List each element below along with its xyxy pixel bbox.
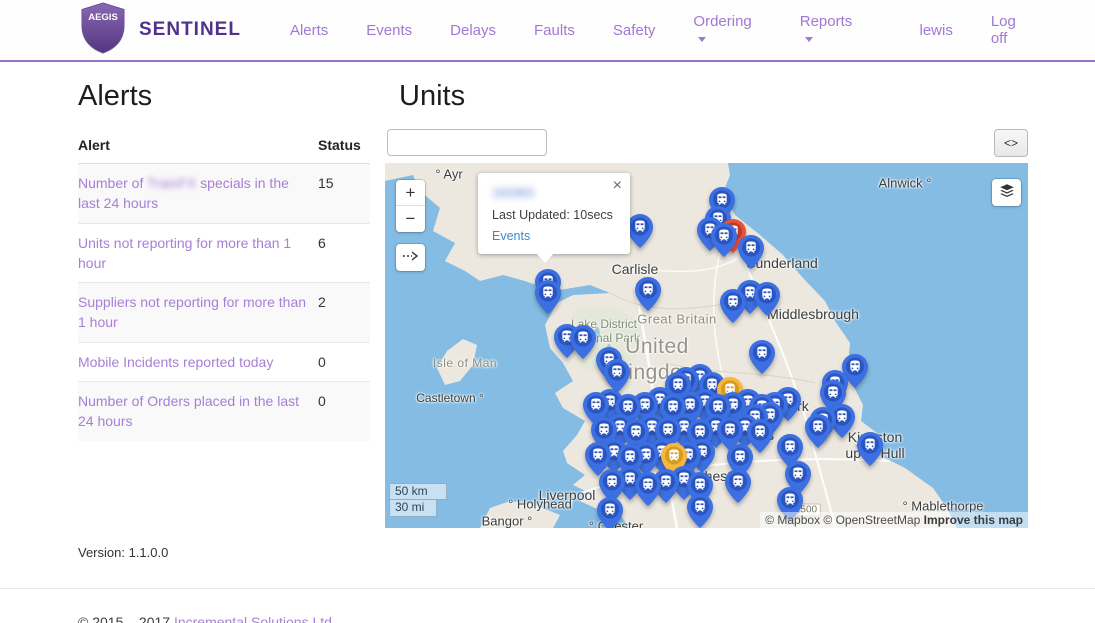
- units-heading: Units: [399, 80, 1028, 113]
- map-label: ° Holyhead: [508, 497, 572, 512]
- alert-row: Number of Orders placed in the last 24 h…: [78, 382, 370, 441]
- alert-status: 6: [318, 223, 370, 283]
- improve-map-link[interactable]: Improve this map: [924, 513, 1023, 527]
- copyright-text: © 2015 – 2017: [78, 614, 174, 623]
- unit-pin[interactable]: [635, 472, 661, 506]
- nav-delays[interactable]: Delays: [431, 22, 515, 39]
- alert-row: Units not reporting for more than 1 hour…: [78, 223, 370, 283]
- units-toolbar: <>: [387, 129, 1028, 157]
- alert-link[interactable]: Mobile Incidents reported today: [78, 354, 273, 370]
- nav-faults[interactable]: Faults: [515, 22, 594, 39]
- polyline-tool-button[interactable]: [396, 244, 425, 271]
- unit-pin[interactable]: [535, 280, 561, 314]
- nav-safety[interactable]: Safety: [594, 22, 675, 39]
- unit-pin[interactable]: [720, 289, 746, 323]
- map-attribution: © Mapbox © OpenStreetMap Improve this ma…: [760, 512, 1028, 528]
- alert-status: 15: [318, 164, 370, 224]
- main-content: Alerts Alert Status Number of TrainFX sp…: [0, 62, 1095, 560]
- toggle-view-button[interactable]: <>: [994, 129, 1028, 157]
- units-filter-input[interactable]: [387, 129, 547, 156]
- company-link[interactable]: Incremental Solutions Ltd: [174, 614, 332, 623]
- map-label: ° Ayr: [435, 167, 462, 182]
- alert-status: 0: [318, 382, 370, 441]
- unit-popup: × 163363 Last Updated: 10secs Events: [478, 173, 630, 254]
- osm-attribution-link[interactable]: © OpenStreetMap: [823, 513, 923, 527]
- alert-link[interactable]: Suppliers not reporting for more than 1 …: [78, 294, 306, 330]
- unit-pin[interactable]: [711, 223, 737, 257]
- map-zoom-control: + −: [396, 180, 425, 232]
- unit-pin[interactable]: [597, 497, 623, 528]
- unit-pin[interactable]: [805, 414, 831, 448]
- map-label: Great Britain: [637, 312, 716, 327]
- unit-pin[interactable]: [570, 325, 596, 359]
- alert-status: 0: [318, 342, 370, 381]
- layers-icon: [998, 182, 1016, 203]
- redacted-text: TrainFX: [147, 175, 196, 191]
- navbar: AEGIS SENTINEL AlertsEventsDelaysFaultsS…: [0, 0, 1095, 62]
- alerts-panel: Alerts Alert Status Number of TrainFX sp…: [78, 80, 370, 560]
- alert-row: Mobile Incidents reported today 0: [78, 342, 370, 381]
- version-label: Version: 1.1.0.0: [78, 545, 370, 560]
- popup-unit-id-link[interactable]: 163363: [492, 186, 534, 200]
- zoom-in-button[interactable]: +: [396, 180, 425, 206]
- mapbox-attribution-link[interactable]: © Mapbox: [765, 513, 823, 527]
- alert-status: 2: [318, 283, 370, 343]
- map-label: Carlisle: [612, 261, 659, 277]
- aegis-shield-logo: AEGIS: [78, 2, 128, 59]
- nav-ordering[interactable]: Ordering: [674, 13, 780, 47]
- caret-down-icon: [805, 37, 813, 42]
- scale-mi: 30 mi: [389, 500, 437, 517]
- unit-pin[interactable]: [749, 340, 775, 374]
- log-off-link[interactable]: Log off: [953, 13, 1035, 47]
- alert-row: Number of TrainFX specials in the last 2…: [78, 164, 370, 224]
- copyright: © 2015 – 2017 Incremental Solutions Ltd: [0, 589, 1095, 623]
- alert-link[interactable]: Number of TrainFX specials in the last 2…: [78, 175, 289, 211]
- popup-close-icon[interactable]: ×: [613, 176, 622, 195]
- brand[interactable]: AEGIS SENTINEL: [78, 2, 241, 59]
- nav-right: lewis Log off: [882, 13, 1036, 47]
- scale-km: 50 km: [389, 483, 447, 500]
- unit-pin[interactable]: [754, 282, 780, 316]
- svg-text:AEGIS: AEGIS: [88, 12, 118, 23]
- popup-last-updated: Last Updated: 10secs: [492, 208, 616, 222]
- alerts-table: Alert Status Number of TrainFX specials …: [78, 129, 370, 441]
- col-status: Status: [318, 129, 370, 164]
- map-label: Isle of Man: [433, 356, 497, 370]
- nav-events[interactable]: Events: [347, 22, 431, 39]
- nav-reports[interactable]: Reports: [781, 13, 882, 47]
- nav-alerts[interactable]: Alerts: [271, 22, 347, 39]
- alerts-table-body: Number of TrainFX specials in the last 2…: [78, 164, 370, 441]
- unit-pin[interactable]: [857, 432, 883, 466]
- unit-pin[interactable]: [635, 277, 661, 311]
- units-map[interactable]: ° AyrAlnwick °CarlisleSunderlandMiddlesb…: [385, 163, 1028, 528]
- zoom-out-button[interactable]: −: [396, 206, 425, 232]
- unit-pin[interactable]: [604, 359, 630, 393]
- col-alert: Alert: [78, 129, 318, 164]
- unit-pin[interactable]: [725, 469, 751, 503]
- unit-pin[interactable]: [687, 494, 713, 528]
- units-panel: Units <>: [385, 80, 1028, 560]
- map-label: Bangor °: [482, 514, 533, 529]
- dashed-arrow-icon: [402, 250, 419, 265]
- popup-events-link[interactable]: Events: [492, 229, 530, 243]
- app-title: SENTINEL: [139, 19, 241, 41]
- map-label: Alnwick °: [879, 176, 932, 191]
- main-nav: AlertsEventsDelaysFaultsSafetyOrderingRe…: [271, 13, 882, 47]
- unit-pin[interactable]: [738, 235, 764, 269]
- user-menu[interactable]: lewis: [882, 22, 953, 39]
- caret-down-icon: [698, 37, 706, 42]
- layers-button[interactable]: [992, 179, 1021, 206]
- alert-row: Suppliers not reporting for more than 1 …: [78, 283, 370, 343]
- alert-link[interactable]: Units not reporting for more than 1 hour: [78, 235, 291, 271]
- map-label: Castletown °: [416, 391, 484, 405]
- alerts-heading: Alerts: [78, 80, 370, 113]
- unit-pin[interactable]: [627, 214, 653, 248]
- map-label: Middlesbrough: [767, 306, 859, 322]
- alert-link[interactable]: Number of Orders placed in the last 24 h…: [78, 393, 299, 429]
